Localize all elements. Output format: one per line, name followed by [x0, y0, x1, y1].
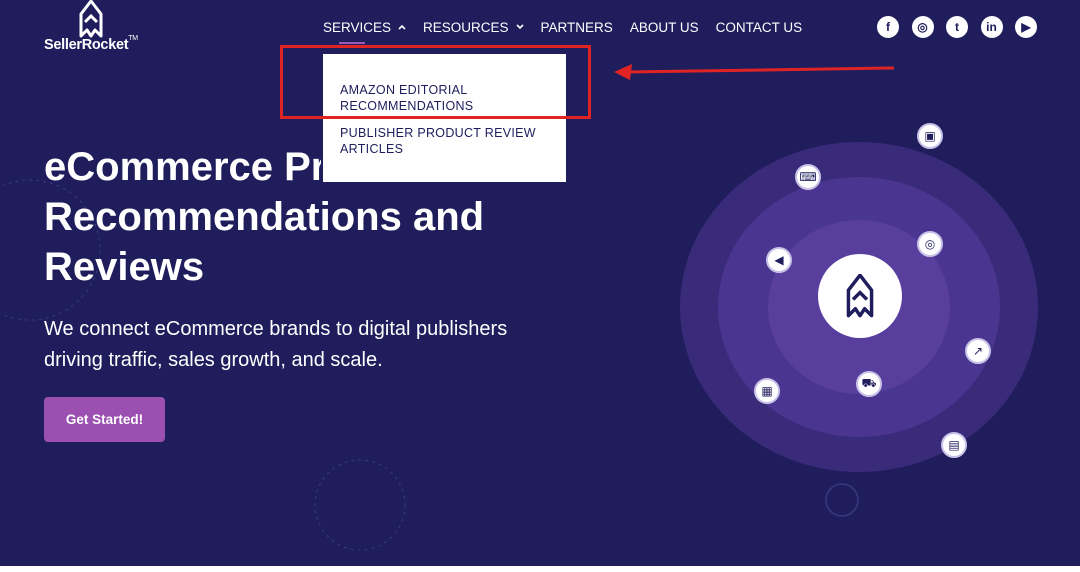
keyboard-icon: ⌨ — [795, 164, 821, 190]
twitter-icon[interactable]: t — [946, 16, 968, 38]
hero-title-line-2: Recommendations and — [44, 195, 485, 239]
nav-item-partners[interactable]: PARTNERS — [541, 20, 613, 35]
growth-chart-icon: ↗ — [965, 338, 991, 364]
shopping-cart-icon: ⛟ — [856, 371, 882, 397]
instagram-icon[interactable]: ◎ — [911, 16, 934, 38]
storefront-icon: ▦ — [754, 378, 780, 404]
rocket-logo-icon — [79, 0, 103, 38]
hero-title-line-1: eCommerce Product — [44, 145, 321, 189]
nav-item-services[interactable]: SERVICES — [323, 20, 406, 35]
orbit-center-logo — [818, 254, 902, 338]
hero-title-line-3: Reviews — [44, 245, 205, 289]
chevron-down-icon — [515, 24, 524, 30]
main-nav: SERVICES RESOURCES PARTNERS ABOUT US CON… — [323, 18, 802, 36]
annotation-arrow-icon — [614, 64, 895, 80]
hero-subtitle: We connect eCommerce brands to digital p… — [44, 318, 508, 371]
rocket-logo-icon — [846, 274, 874, 318]
target-icon: ◎ — [917, 231, 943, 257]
chevron-up-icon — [398, 24, 406, 30]
id-card-icon: ▣ — [917, 123, 943, 149]
dropdown-item-publisher-reviews[interactable]: PUBLISHER PRODUCT REVIEW ARTICLES — [340, 125, 550, 157]
services-active-underline — [339, 42, 365, 44]
annotation-highlight-box — [280, 45, 591, 119]
social-links: f ◎ t in ▶ — [877, 16, 1037, 38]
linkedin-icon[interactable]: in — [980, 16, 1003, 38]
hero-title-lines: Recommendations and Reviews — [44, 192, 484, 292]
nav-item-resources[interactable]: RESOURCES — [423, 20, 524, 35]
logo-wordmark: SellerRocketTM — [44, 35, 138, 53]
chat-icon: ▤ — [941, 432, 967, 458]
megaphone-icon: ◀ — [766, 247, 792, 273]
nav-item-contact-us[interactable]: CONTACT US — [716, 20, 803, 35]
page-bottom-strip — [0, 566, 1080, 572]
seller-rocket-logo[interactable]: SellerRocketTM — [44, 0, 154, 56]
nav-item-about-us[interactable]: ABOUT US — [630, 20, 699, 35]
youtube-icon[interactable]: ▶ — [1015, 16, 1037, 38]
get-started-button[interactable]: Get Started! — [44, 397, 165, 442]
facebook-icon[interactable]: f — [877, 16, 899, 38]
